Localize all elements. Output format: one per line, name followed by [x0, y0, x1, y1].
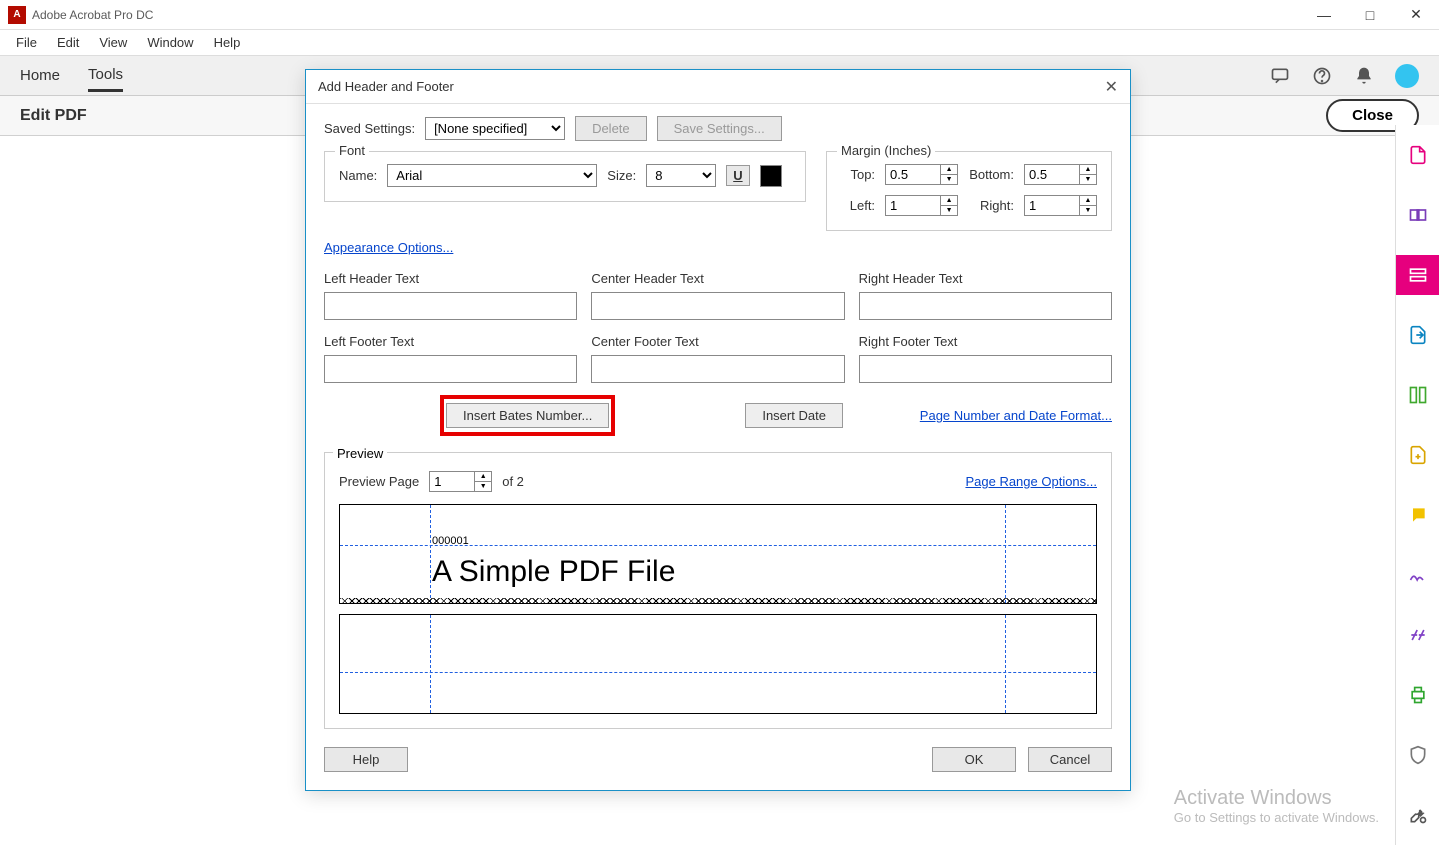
- cancel-button[interactable]: Cancel: [1028, 747, 1112, 772]
- margin-top-spinner[interactable]: ▲▼: [885, 164, 958, 185]
- tab-tools[interactable]: Tools: [88, 60, 123, 92]
- page-range-options-link[interactable]: Page Range Options...: [965, 474, 1097, 489]
- menu-view[interactable]: View: [89, 33, 137, 52]
- font-size-select[interactable]: 8: [646, 164, 716, 187]
- windows-activation-watermark: Activate Windows Go to Settings to activ…: [1174, 787, 1379, 825]
- dialog-close-icon[interactable]: ✕: [1105, 77, 1118, 97]
- app-icon: A: [8, 6, 26, 24]
- left-footer-input[interactable]: [324, 355, 577, 383]
- notifications-icon[interactable]: [1353, 65, 1375, 87]
- font-name-select[interactable]: Arial: [387, 164, 597, 187]
- rail-send-icon[interactable]: [1396, 435, 1439, 475]
- left-footer-label: Left Footer Text: [324, 334, 577, 349]
- rail-print-icon[interactable]: [1396, 675, 1439, 715]
- preview-footer-area: [339, 614, 1097, 714]
- rail-create-pdf-icon[interactable]: [1396, 135, 1439, 175]
- menu-help[interactable]: Help: [204, 33, 251, 52]
- menu-bar: File Edit View Window Help: [0, 30, 1439, 56]
- rail-export-pdf-icon[interactable]: [1396, 315, 1439, 355]
- rail-redact-icon[interactable]: [1396, 615, 1439, 655]
- center-header-label: Center Header Text: [591, 271, 844, 286]
- right-header-label: Right Header Text: [859, 271, 1112, 286]
- ok-button[interactable]: OK: [932, 747, 1016, 772]
- margin-legend: Margin (Inches): [837, 143, 935, 158]
- margin-bottom-spinner[interactable]: ▲▼: [1024, 164, 1097, 185]
- font-size-label: Size:: [607, 168, 636, 183]
- center-header-input[interactable]: [591, 292, 844, 320]
- font-color-swatch[interactable]: [760, 165, 782, 187]
- margin-right-input[interactable]: [1024, 195, 1079, 216]
- preview-page-of: of 2: [502, 474, 524, 489]
- close-window-button[interactable]: ✕: [1393, 0, 1439, 30]
- maximize-button[interactable]: □: [1347, 0, 1393, 30]
- margin-left-input[interactable]: [885, 195, 940, 216]
- font-legend: Font: [335, 143, 369, 158]
- page-number-date-format-link[interactable]: Page Number and Date Format...: [920, 408, 1112, 423]
- saved-settings-label: Saved Settings:: [324, 121, 415, 136]
- preview-legend: Preview: [333, 446, 387, 461]
- preview-document-title: A Simple PDF File: [432, 555, 675, 589]
- rail-organize-icon[interactable]: [1396, 375, 1439, 415]
- menu-file[interactable]: File: [6, 33, 47, 52]
- saved-settings-select[interactable]: [None specified]: [425, 117, 565, 140]
- watermark-heading: Activate Windows: [1174, 787, 1379, 810]
- preview-page-input[interactable]: [429, 471, 474, 492]
- rail-protect-icon[interactable]: [1396, 735, 1439, 775]
- font-name-label: Name:: [339, 168, 377, 183]
- app-title: Adobe Acrobat Pro DC: [32, 8, 153, 22]
- margin-top-label: Top:: [841, 167, 875, 182]
- menu-window[interactable]: Window: [137, 33, 203, 52]
- tab-home[interactable]: Home: [20, 61, 60, 90]
- watermark-sub: Go to Settings to activate Windows.: [1174, 810, 1379, 825]
- dialog-titlebar: Add Header and Footer ✕: [306, 70, 1130, 104]
- preview-bates-number: 000001: [432, 535, 469, 547]
- right-footer-input[interactable]: [859, 355, 1112, 383]
- margin-bottom-input[interactable]: [1024, 164, 1079, 185]
- comments-icon[interactable]: [1269, 65, 1291, 87]
- help-button[interactable]: Help: [324, 747, 408, 772]
- rail-edit-pdf-icon[interactable]: [1396, 255, 1439, 295]
- minimize-button[interactable]: —: [1301, 0, 1347, 30]
- avatar[interactable]: [1395, 64, 1419, 88]
- insert-bates-number-button[interactable]: Insert Bates Number...: [446, 403, 609, 428]
- preview-page-label: Preview Page: [339, 474, 419, 489]
- center-footer-input[interactable]: [591, 355, 844, 383]
- left-header-label: Left Header Text: [324, 271, 577, 286]
- save-settings-button[interactable]: Save Settings...: [657, 116, 782, 141]
- title-bar: A Adobe Acrobat Pro DC — □ ✕: [0, 0, 1439, 30]
- right-tool-rail: [1395, 125, 1439, 845]
- rail-comment-icon[interactable]: [1396, 495, 1439, 535]
- rail-fill-sign-icon[interactable]: [1396, 555, 1439, 595]
- insert-date-button[interactable]: Insert Date: [745, 403, 843, 428]
- rail-combine-icon[interactable]: [1396, 195, 1439, 235]
- margin-right-label: Right:: [968, 198, 1014, 213]
- appearance-options-link[interactable]: Appearance Options...: [324, 240, 453, 255]
- dialog-title-text: Add Header and Footer: [318, 79, 454, 94]
- right-header-input[interactable]: [859, 292, 1112, 320]
- preview-header-area: 000001 A Simple PDF File: [339, 504, 1097, 604]
- left-header-input[interactable]: [324, 292, 577, 320]
- underline-button[interactable]: U: [726, 165, 749, 186]
- margin-bottom-label: Bottom:: [968, 167, 1014, 182]
- delete-button[interactable]: Delete: [575, 116, 647, 141]
- tool-title: Edit PDF: [20, 107, 87, 125]
- right-footer-label: Right Footer Text: [859, 334, 1112, 349]
- highlight-annotation: Insert Bates Number...: [440, 395, 615, 436]
- rail-more-tools-icon[interactable]: [1396, 795, 1439, 835]
- add-header-footer-dialog: Add Header and Footer ✕ Saved Settings: …: [305, 69, 1131, 791]
- menu-edit[interactable]: Edit: [47, 33, 89, 52]
- margin-left-label: Left:: [841, 198, 875, 213]
- help-icon[interactable]: [1311, 65, 1333, 87]
- preview-page-spinner[interactable]: ▲▼: [429, 471, 492, 492]
- margin-right-spinner[interactable]: ▲▼: [1024, 195, 1097, 216]
- margin-left-spinner[interactable]: ▲▼: [885, 195, 958, 216]
- margin-top-input[interactable]: [885, 164, 940, 185]
- center-footer-label: Center Footer Text: [591, 334, 844, 349]
